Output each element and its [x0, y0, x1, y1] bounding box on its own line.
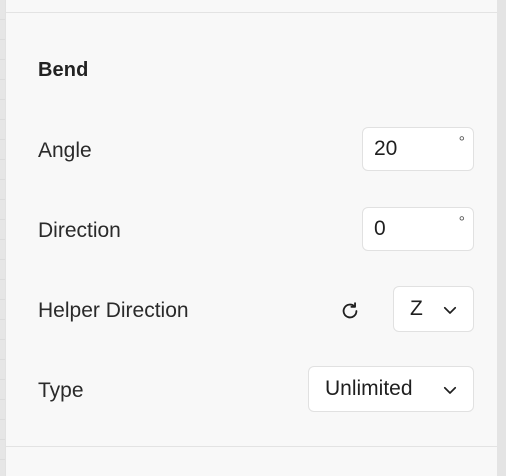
- top-divider: [6, 12, 497, 13]
- reset-direction-button[interactable]: [336, 297, 364, 325]
- type-select[interactable]: Unlimited: [308, 366, 474, 412]
- type-value: Unlimited: [325, 377, 413, 400]
- panel-edge: [497, 0, 506, 476]
- bottom-divider: [6, 446, 497, 447]
- direction-input[interactable]: 0 °: [362, 207, 474, 251]
- refresh-icon: [342, 302, 358, 319]
- direction-unit: °: [458, 214, 465, 231]
- direction-label: Direction: [38, 219, 121, 242]
- type-label: Type: [38, 379, 84, 402]
- helper-direction-label: Helper Direction: [38, 299, 189, 322]
- angle-value: 20: [374, 137, 398, 160]
- angle-unit: °: [458, 134, 465, 151]
- chevron-down-icon: [443, 386, 457, 394]
- direction-value: 0: [374, 217, 386, 240]
- angle-label: Angle: [38, 139, 92, 162]
- chevron-down-icon: [443, 306, 457, 314]
- helper-direction-value: Z: [410, 297, 423, 320]
- section-title: Bend: [38, 59, 89, 81]
- helper-direction-select[interactable]: Z: [393, 286, 474, 332]
- angle-input[interactable]: 20 °: [362, 127, 474, 171]
- properties-panel: Bend Angle 20 ° Direction 0 ° Helper Dir…: [6, 0, 497, 476]
